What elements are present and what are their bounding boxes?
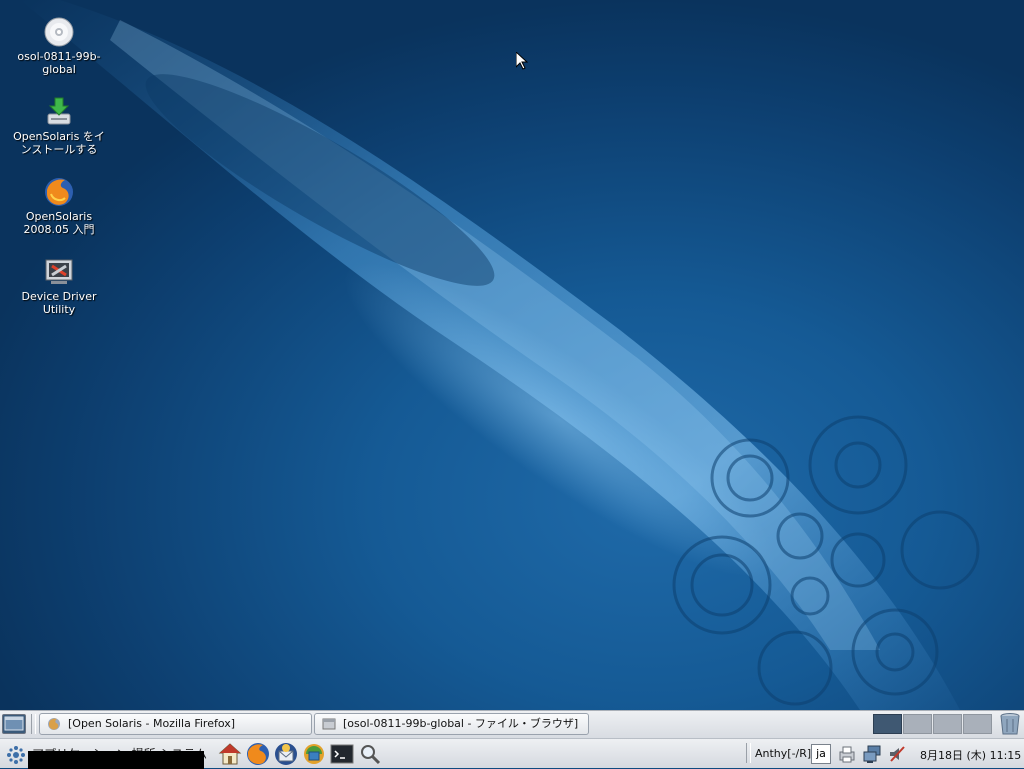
search-icon[interactable]	[358, 742, 382, 766]
volume-muted-icon[interactable]	[887, 744, 907, 764]
main-panel: アプリケーション 場所 システム Anthy[-/R] ja	[0, 738, 1024, 769]
firefox-icon	[48, 718, 60, 730]
redaction-bar	[28, 751, 204, 769]
install-download-icon	[47, 97, 71, 125]
network-status-icon[interactable]	[862, 744, 882, 764]
workspace-3[interactable]	[933, 714, 962, 734]
desktop-icon-cd[interactable]: osol-0811-99b- global	[8, 16, 110, 76]
ime-language-indicator[interactable]: ja	[811, 744, 831, 764]
package-manager-icon[interactable]	[302, 742, 326, 766]
show-desktop-icon	[4, 716, 24, 731]
desktop-icon-label: OpenSolaris をイ ンストールする	[13, 130, 105, 156]
cd-disc-icon	[44, 17, 74, 47]
mouse-cursor-icon	[516, 52, 528, 70]
task-button-file-browser[interactable]: [osol-0811-99b-global - ファイル・ブラウザ]	[314, 713, 589, 735]
desktop-icon-label: osol-0811-99b- global	[17, 50, 101, 76]
printer-icon[interactable]	[837, 744, 857, 764]
desktop: osol-0811-99b- global OpenSolaris をイ ンスト…	[0, 0, 1024, 710]
terminal-icon[interactable]	[330, 742, 354, 766]
workspace-4[interactable]	[963, 714, 992, 734]
workspace-1[interactable]	[873, 714, 902, 734]
task-button-firefox[interactable]: [Open Solaris - Mozilla Firefox]	[39, 713, 312, 735]
show-desktop-button[interactable]	[2, 714, 26, 734]
panel-handle[interactable]	[31, 714, 36, 734]
opensolaris-logo-icon	[7, 746, 25, 764]
trash-icon[interactable]	[998, 712, 1022, 736]
panel-handle[interactable]	[746, 743, 751, 763]
task-button-label: [osol-0811-99b-global - ファイル・ブラウザ]	[343, 717, 579, 730]
window-list-panel: [Open Solaris - Mozilla Firefox] [osol-0…	[0, 710, 1024, 738]
task-button-label: [Open Solaris - Mozilla Firefox]	[68, 717, 236, 730]
wallpaper	[20, 0, 980, 710]
firefox-icon	[45, 178, 73, 206]
desktop-icon-label: OpenSolaris 2008.05 入門	[23, 210, 95, 236]
ime-status[interactable]: Anthy[-/R]	[755, 747, 811, 760]
desktop-icon-install[interactable]: OpenSolaris をイ ンストールする	[8, 96, 110, 156]
desktop-icon-intro[interactable]: OpenSolaris 2008.05 入門	[8, 176, 110, 236]
workspace-2[interactable]	[903, 714, 932, 734]
device-driver-tool-icon	[45, 259, 73, 284]
firefox-launcher-icon[interactable]	[246, 742, 270, 766]
clock[interactable]: 8月18日 (木) 11:15	[920, 747, 1021, 763]
file-browser-icon	[322, 718, 336, 730]
thunderbird-icon[interactable]	[274, 742, 298, 766]
desktop-icon-label: Device Driver Utility	[21, 290, 97, 316]
desktop-icon-device-driver[interactable]: Device Driver Utility	[8, 256, 110, 316]
home-folder-icon[interactable]	[218, 742, 242, 766]
